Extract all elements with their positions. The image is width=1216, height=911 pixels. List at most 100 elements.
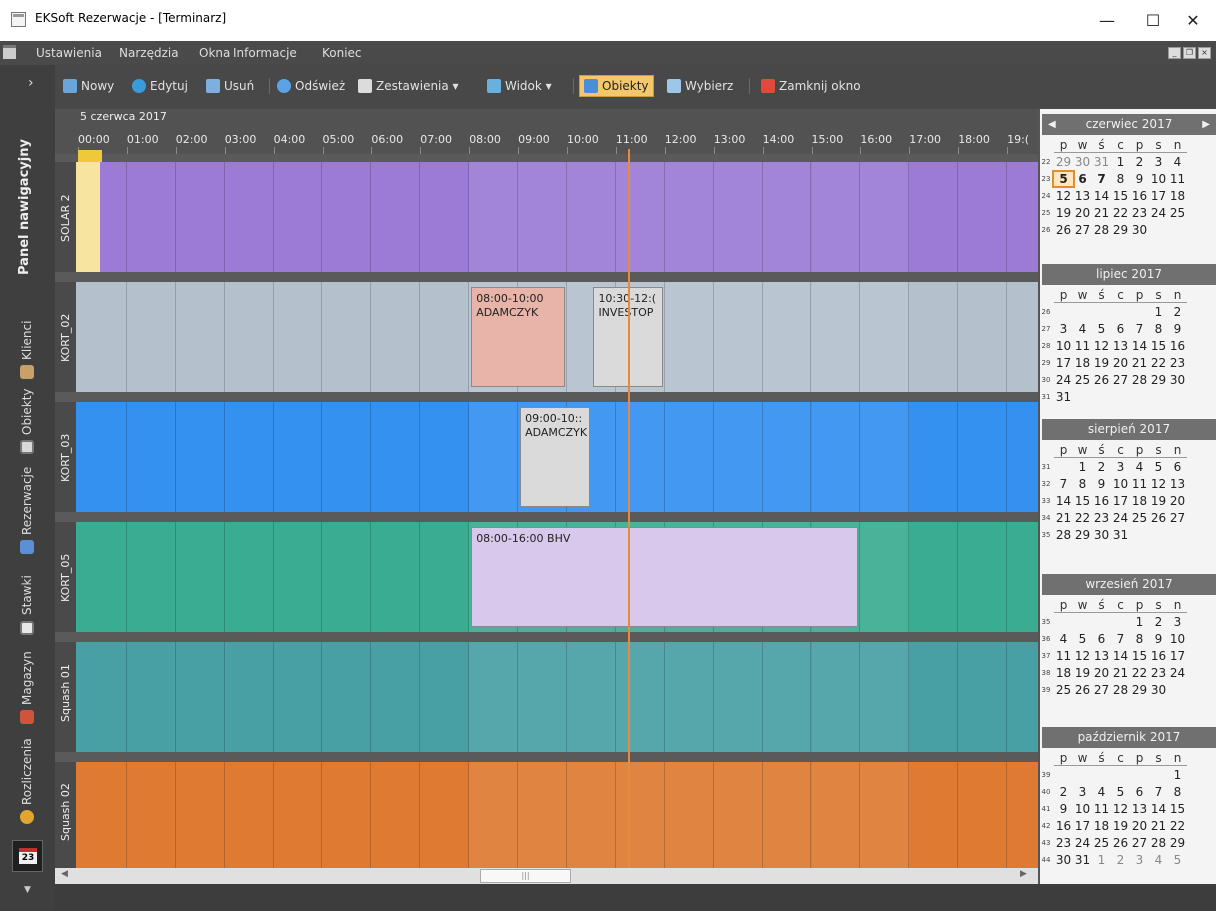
calendar-day[interactable]: 27 bbox=[1073, 223, 1092, 237]
calendar-day[interactable]: 30 bbox=[1092, 528, 1111, 542]
calendar-day[interactable]: 8 bbox=[1168, 785, 1187, 799]
menu-informacje[interactable]: Informacje bbox=[233, 46, 297, 60]
calendar-day[interactable]: 6 bbox=[1092, 632, 1111, 646]
calendar-day[interactable]: 2 bbox=[1149, 615, 1168, 629]
calendar-day[interactable]: 2 bbox=[1111, 853, 1130, 867]
time-slot[interactable] bbox=[176, 162, 225, 272]
calendar-day[interactable]: 5 bbox=[1073, 632, 1092, 646]
calendar-day[interactable]: 1 bbox=[1149, 305, 1168, 319]
calendar-day[interactable]: 24 bbox=[1111, 511, 1130, 525]
time-slot[interactable] bbox=[274, 522, 323, 632]
calendar-day[interactable]: 28 bbox=[1130, 373, 1149, 387]
calendar-day[interactable]: 25 bbox=[1073, 373, 1092, 387]
calendar-day[interactable]: 29 bbox=[1054, 155, 1073, 169]
scroll-left-icon[interactable]: ◀ bbox=[61, 869, 68, 879]
time-slot[interactable] bbox=[811, 762, 861, 870]
nav-item-stawki[interactable]: Stawki bbox=[20, 575, 34, 615]
time-slot[interactable] bbox=[127, 762, 176, 870]
calendar-day[interactable]: 3 bbox=[1054, 322, 1073, 336]
calendar-day[interactable]: 26 bbox=[1092, 373, 1111, 387]
time-slot[interactable] bbox=[176, 402, 225, 512]
time-slot[interactable] bbox=[615, 162, 665, 272]
calendar-day[interactable]: 19 bbox=[1092, 356, 1111, 370]
resource-row[interactable]: KORT_0208:00-10:00ADAMCZYK10:30-12:(INVE… bbox=[55, 282, 1038, 392]
calendar-day[interactable]: 4 bbox=[1073, 322, 1092, 336]
resource-row[interactable]: Squash 02 bbox=[55, 762, 1038, 870]
time-slot[interactable] bbox=[811, 642, 861, 752]
calendar-day[interactable]: 21 bbox=[1149, 819, 1168, 833]
time-slot[interactable] bbox=[176, 282, 225, 392]
time-slot[interactable] bbox=[469, 762, 519, 870]
close-window-button[interactable]: Zamknij okno bbox=[761, 75, 861, 97]
calendar-day[interactable]: 31 bbox=[1054, 390, 1073, 404]
time-slot[interactable] bbox=[323, 642, 372, 752]
calendar-day[interactable]: 1 bbox=[1130, 615, 1149, 629]
time-slot[interactable] bbox=[958, 162, 1008, 272]
time-slot[interactable] bbox=[958, 282, 1008, 392]
calendar-day[interactable]: 20 bbox=[1130, 819, 1149, 833]
time-slot[interactable] bbox=[176, 762, 225, 870]
mdi-restore-icon[interactable]: ❐ bbox=[1183, 47, 1196, 59]
expand-arrow-icon[interactable]: › bbox=[28, 75, 34, 91]
calendar-day[interactable]: 21 bbox=[1111, 666, 1130, 680]
time-slot[interactable] bbox=[713, 282, 763, 392]
calendar-day[interactable]: 25 bbox=[1130, 511, 1149, 525]
calendar-day[interactable]: 8 bbox=[1130, 632, 1149, 646]
calendar-day[interactable]: 17 bbox=[1168, 649, 1187, 663]
next-month-icon[interactable]: ▶ bbox=[1202, 114, 1210, 135]
time-slot[interactable] bbox=[909, 162, 959, 272]
calendar-day[interactable]: 2 bbox=[1168, 305, 1187, 319]
nav-item-rezerwacje[interactable]: Rezerwacje bbox=[20, 467, 34, 535]
calendar-day[interactable]: 28 bbox=[1054, 528, 1073, 542]
calendar-day[interactable]: 30 bbox=[1130, 223, 1149, 237]
refresh-button[interactable]: Odśwież bbox=[277, 75, 345, 97]
prev-month-icon[interactable]: ◀ bbox=[1048, 114, 1056, 135]
time-slot[interactable] bbox=[615, 642, 665, 752]
calendar-day[interactable]: 10 bbox=[1168, 632, 1187, 646]
time-slot[interactable] bbox=[274, 402, 323, 512]
calendar-day[interactable]: 3 bbox=[1130, 853, 1149, 867]
calendar-day[interactable]: 9 bbox=[1130, 172, 1149, 186]
calendar-day[interactable]: 17 bbox=[1073, 819, 1092, 833]
time-slot[interactable] bbox=[469, 642, 519, 752]
menu-ustawienia[interactable]: Ustawienia bbox=[36, 46, 102, 60]
time-slot[interactable] bbox=[664, 762, 714, 870]
time-slot[interactable] bbox=[469, 162, 519, 272]
time-slot[interactable] bbox=[225, 642, 274, 752]
calendar-day[interactable]: 9 bbox=[1054, 802, 1073, 816]
resource-row[interactable]: Squash 01 bbox=[55, 642, 1038, 752]
menu-okna[interactable]: Okna bbox=[199, 46, 230, 60]
calendar-day[interactable]: 19 bbox=[1073, 666, 1092, 680]
calendar-day[interactable]: 11 bbox=[1054, 649, 1073, 663]
calendar-day[interactable]: 3 bbox=[1073, 785, 1092, 799]
time-slot[interactable] bbox=[615, 762, 665, 870]
calendar-day[interactable]: 8 bbox=[1149, 322, 1168, 336]
time-slot[interactable] bbox=[371, 762, 421, 870]
time-slot[interactable] bbox=[176, 522, 225, 632]
calendar-day[interactable]: 29 bbox=[1168, 836, 1187, 850]
time-slot[interactable] bbox=[78, 642, 127, 752]
calendar-day[interactable]: 6 bbox=[1111, 322, 1130, 336]
calendar-day[interactable]: 10 bbox=[1073, 802, 1092, 816]
calendar-day[interactable]: 4 bbox=[1149, 853, 1168, 867]
objects-button[interactable]: Obiekty bbox=[579, 75, 654, 97]
time-slot[interactable] bbox=[78, 282, 127, 392]
calendar-day[interactable]: 15 bbox=[1149, 339, 1168, 353]
calendar-day[interactable]: 13 bbox=[1073, 189, 1092, 203]
time-slot[interactable] bbox=[371, 642, 421, 752]
menu-narzedzia[interactable]: Narzędzia bbox=[119, 46, 179, 60]
time-slot[interactable] bbox=[762, 762, 812, 870]
resource-row[interactable]: KORT_05 08:00-16:00 BHV bbox=[55, 522, 1038, 632]
calendar-day[interactable]: 28 bbox=[1149, 836, 1168, 850]
calendar-day[interactable]: 12 bbox=[1149, 477, 1168, 491]
calendar-day[interactable]: 24 bbox=[1168, 666, 1187, 680]
calendar-day[interactable]: 27 bbox=[1168, 511, 1187, 525]
calendar-day[interactable]: 6 bbox=[1073, 172, 1092, 186]
calendar-day[interactable]: 23 bbox=[1168, 356, 1187, 370]
time-slot[interactable] bbox=[323, 762, 372, 870]
time-slot[interactable] bbox=[860, 402, 910, 512]
time-slot[interactable] bbox=[225, 162, 274, 272]
calendar-day[interactable]: 26 bbox=[1054, 223, 1073, 237]
calendar-day[interactable]: 10 bbox=[1054, 339, 1073, 353]
calendar-day[interactable]: 14 bbox=[1111, 649, 1130, 663]
